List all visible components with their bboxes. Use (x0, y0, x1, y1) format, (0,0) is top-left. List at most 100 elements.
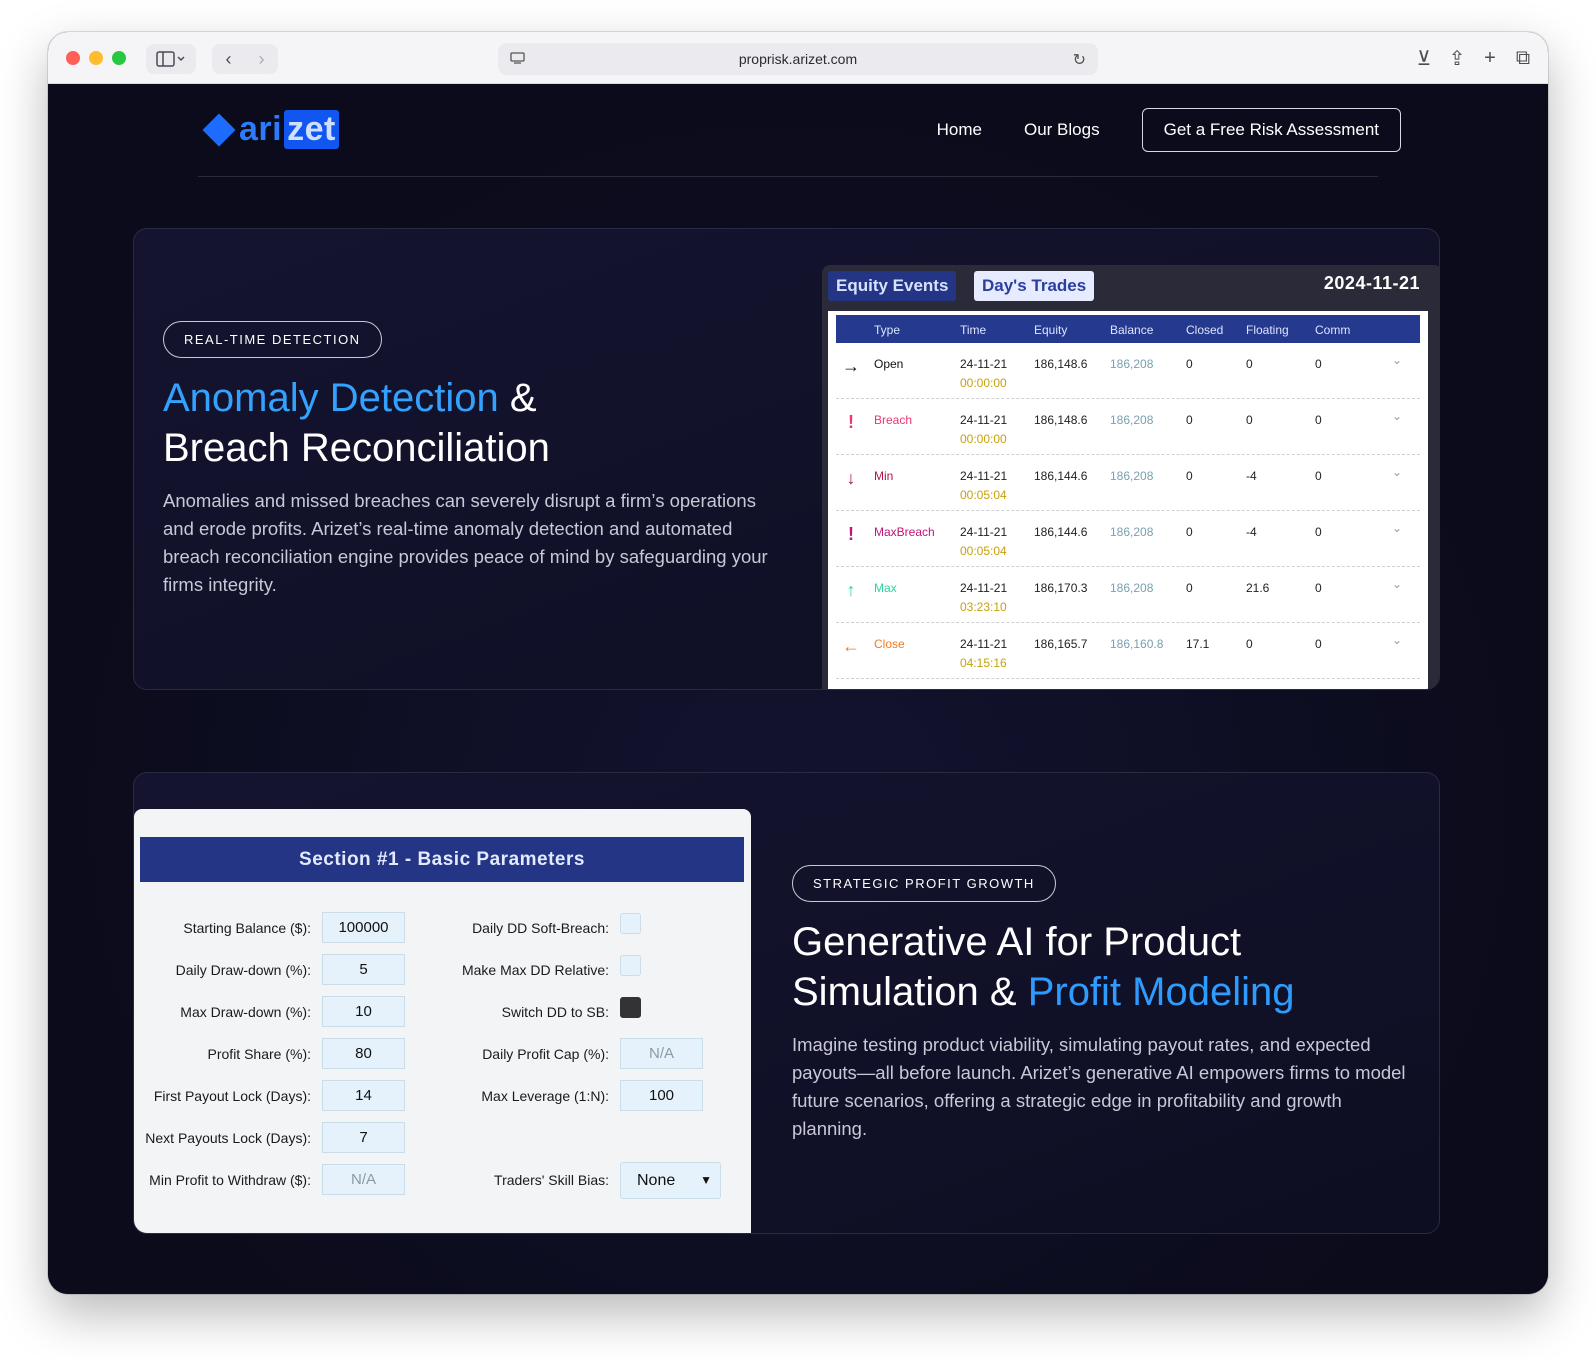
chevron-down-icon: ▼ (700, 1173, 712, 1187)
chevron-down-icon[interactable]: ⌄ (1392, 521, 1402, 535)
event-time: 24-11-21 03:23:10 (960, 581, 1008, 614)
param-input[interactable]: 100000 (322, 912, 405, 943)
sidebar-icon (156, 51, 185, 67)
comm-value: 0 (1315, 637, 1322, 651)
event-time: 24-11-21 00:00:00 (960, 357, 1008, 390)
param-input[interactable]: N/A (620, 1038, 703, 1069)
share-icon[interactable]: ⇪ (1446, 45, 1468, 71)
skill-bias-label: Traders' Skill Bias: (494, 1172, 609, 1188)
param-input[interactable]: 5 (322, 954, 405, 985)
reload-icon[interactable]: ↻ (1073, 50, 1086, 70)
equity-value: 186,144.6 (1034, 525, 1088, 539)
minimize-window-button[interactable] (89, 51, 103, 65)
site-logo[interactable]: ari zet (202, 110, 339, 149)
close-window-button[interactable] (66, 51, 80, 65)
balance-value: 186,160.8 (1110, 637, 1164, 651)
nav-home-link[interactable]: Home (937, 120, 982, 140)
param-input[interactable]: N/A (322, 1164, 405, 1195)
param-label: Make Max DD Relative: (461, 962, 609, 978)
page-content: ari zet Home Our Blogs Get a Free Risk As… (48, 84, 1548, 1294)
arrow-up-icon: ↑ (846, 579, 856, 600)
chevron-down-icon[interactable]: ⌄ (1392, 577, 1402, 591)
nav-blogs-link[interactable]: Our Blogs (1024, 120, 1100, 140)
logo-wordmark: ari zet (239, 110, 339, 149)
address-bar[interactable]: proprisk.arizet.com ↻ (498, 43, 1098, 75)
page-settings-icon[interactable] (510, 51, 526, 65)
browser-window: ‹ › proprisk.arizet.com ↻ ⊻ ⇪ + ⧉ ari zet… (48, 32, 1548, 1294)
param-input[interactable]: 7 (322, 1122, 405, 1153)
balance-value: 186,208 (1110, 525, 1154, 539)
main-nav: Home Our Blogs Get a Free Risk Assessmen… (937, 108, 1401, 152)
new-tab-icon[interactable]: + (1479, 45, 1501, 71)
profit-modeling-description: Imagine testing product viability, simul… (792, 1034, 1406, 1139)
risk-assessment-button[interactable]: Get a Free Risk Assessment (1141, 108, 1401, 152)
comm-value: 0 (1315, 525, 1322, 539)
closed-value: 0 (1186, 413, 1193, 427)
profit-modeling-headline: Generative AI for Product Simulation & P… (792, 920, 1295, 1014)
floating-value: 0 (1246, 413, 1253, 427)
chevron-down-icon[interactable]: ⌄ (1392, 353, 1402, 367)
column-header: Comm (1315, 323, 1351, 337)
balance-value: 186,208 (1110, 469, 1154, 483)
column-header: Closed (1186, 323, 1224, 337)
download-icon[interactable]: ⊻ (1413, 45, 1435, 71)
param-label: First Payout Lock (Days): (153, 1088, 311, 1104)
chevron-down-icon[interactable]: ⌄ (1392, 465, 1402, 479)
column-header: Balance (1110, 323, 1154, 337)
alert-circle-icon: ! (848, 411, 854, 432)
back-arrow-icon[interactable]: ‹ (212, 49, 245, 70)
forward-arrow-icon[interactable]: › (245, 49, 278, 70)
equity-events-table: Type Time Equity Balance Closed Floating… (828, 311, 1428, 689)
sidebar-toggle-button[interactable] (146, 44, 196, 74)
param-input[interactable]: 10 (322, 996, 405, 1027)
balance-value: 186,208 (1110, 581, 1154, 595)
tab-overview-icon[interactable]: ⧉ (1512, 45, 1534, 71)
event-time: 24-11-21 00:05:04 (960, 525, 1008, 558)
param-label: Max Draw-down (%): (180, 1004, 311, 1020)
equity-value: 186,148.6 (1034, 357, 1088, 371)
event-type: MaxBreach (874, 525, 935, 539)
balance-value: 186,208 (1110, 357, 1154, 371)
chevron-down-icon[interactable]: ⌄ (1392, 633, 1402, 647)
closed-value: 0 (1186, 469, 1193, 483)
equity-value: 186,170.3 (1034, 581, 1088, 595)
floating-value: 0 (1246, 637, 1253, 651)
event-type: Breach (874, 413, 913, 427)
equity-value: 186,148.6 (1034, 413, 1088, 427)
table-row[interactable]: ! Breach 24-11-21 00:00:00 186,148.6 186,208 0… (836, 399, 1420, 455)
browser-toolbar: ‹ › proprisk.arizet.com ↻ ⊻ ⇪ + ⧉ (48, 32, 1548, 84)
param-label: Daily Profit Cap (%): (482, 1046, 609, 1062)
skill-bias-select[interactable]: None ▼ (620, 1162, 721, 1199)
param-checkbox[interactable] (620, 955, 641, 976)
param-input[interactable]: 14 (322, 1080, 405, 1111)
param-input[interactable]: 100 (620, 1080, 703, 1111)
table-row[interactable]: ← Close 24-11-21 04:15:16 186,165.7 186,160.8… (836, 623, 1420, 679)
balance-value: 186,208 (1110, 413, 1154, 427)
comm-value: 0 (1315, 413, 1322, 427)
url-text: proprisk.arizet.com (738, 51, 858, 67)
param-input[interactable]: 80 (322, 1038, 405, 1069)
param-label: Min Profit to Withdraw ($): (149, 1172, 311, 1188)
column-header: Equity (1034, 323, 1068, 337)
chevron-down-icon[interactable]: ⌄ (1392, 409, 1402, 423)
maximize-window-button[interactable] (112, 51, 126, 65)
arrow-right-icon: → (842, 355, 860, 376)
table-row[interactable]: ↓ Min 24-11-21 00:05:04 186,144.6 186,208 0 -4 0… (836, 455, 1420, 511)
table-row[interactable]: ! MaxBreach 24-11-21 00:05:04 186,144.6 186,2… (836, 511, 1420, 567)
param-checkbox[interactable] (620, 997, 641, 1018)
table-row[interactable]: ↑ Max 24-11-21 03:23:10 186,170.3 186,208 0 21.… (836, 567, 1420, 623)
closed-value: 0 (1186, 357, 1193, 371)
floating-value: 0 (1246, 357, 1253, 371)
param-label: Switch DD to SB: (501, 1004, 609, 1020)
tab-equity-events[interactable]: Equity Events (828, 271, 957, 301)
param-checkbox[interactable] (620, 913, 641, 934)
event-type: Min (874, 469, 894, 483)
closed-value: 17.1 (1186, 637, 1210, 651)
event-type: Max (874, 581, 897, 595)
floating-value: 21.6 (1246, 581, 1270, 595)
tab-days-trades[interactable]: Day's Trades (974, 271, 1095, 301)
table-header: Type Time Equity Balance Closed Floating… (836, 315, 1420, 343)
table-row[interactable]: → Open 24-11-21 00:00:00 186,148.6 186,208 0 0 0… (836, 343, 1420, 399)
event-time: 24-11-21 00:00:00 (960, 413, 1008, 446)
param-label: Next Payouts Lock (Days): (145, 1130, 311, 1146)
